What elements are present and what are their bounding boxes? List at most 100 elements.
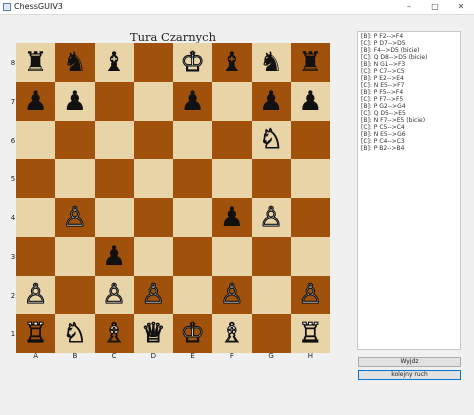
square-e5[interactable] — [173, 159, 213, 198]
square-a3[interactable] — [16, 236, 56, 276]
square-b7[interactable]: ♟ — [55, 81, 95, 121]
square-a7[interactable]: ♟ — [16, 81, 56, 121]
square-e7[interactable]: ♟ — [173, 81, 213, 121]
move-log[interactable]: [B]: P F2-->F4 [C]: P D7-->D5 [B]: F4-->D5… — [357, 31, 461, 350]
white-pawn-icon[interactable]: ♙ — [298, 281, 323, 309]
square-a2[interactable]: ♙ — [16, 275, 56, 315]
square-e6[interactable] — [173, 120, 213, 160]
black-bishop-icon[interactable]: ♝ — [220, 49, 244, 76]
square-h6[interactable] — [290, 120, 330, 160]
square-g3[interactable] — [251, 236, 291, 276]
square-b2[interactable] — [55, 275, 95, 315]
square-h1[interactable]: ♖ — [290, 314, 330, 353]
square-h4[interactable] — [290, 198, 330, 237]
white-pawn-icon[interactable]: ♙ — [258, 203, 283, 231]
square-h7[interactable]: ♟ — [290, 81, 330, 121]
square-g1[interactable] — [251, 314, 291, 353]
square-g7[interactable]: ♟ — [251, 81, 291, 121]
square-e3[interactable] — [173, 236, 213, 276]
square-c8[interactable]: ♝ — [94, 43, 134, 82]
square-f4[interactable]: ♟ — [212, 198, 252, 237]
square-e1[interactable]: ♔ — [173, 314, 213, 353]
square-b6[interactable] — [55, 120, 95, 160]
square-c4[interactable] — [94, 198, 134, 237]
square-h8[interactable]: ♜ — [290, 43, 330, 82]
square-e2[interactable] — [173, 275, 213, 315]
square-f1[interactable]: ♗ — [212, 314, 252, 353]
square-f5[interactable] — [212, 159, 252, 198]
black-pawn-icon[interactable]: ♟ — [24, 88, 48, 115]
square-a8[interactable]: ♜ — [16, 43, 56, 82]
square-c7[interactable] — [94, 81, 134, 121]
square-g8[interactable]: ♞ — [251, 43, 291, 82]
square-c2[interactable]: ♙ — [94, 275, 134, 315]
black-pawn-icon[interactable]: ♟ — [102, 243, 126, 270]
square-g5[interactable] — [251, 159, 291, 198]
white-king-icon[interactable]: ♔ — [180, 320, 205, 348]
chess-board[interactable]: ♜ ♞ ♝ ♔ ♝ ♞ ♜ ♟ ♟ ♟ ♟ ♟ ♘ ♙ ♟ ♙ ♟ ♙ ♙ ♙ ♙ ♙ ♖ ♘ ♗ ♕ ♔ ♗ ♖ — [16, 43, 330, 353]
square-e8[interactable]: ♔ — [173, 43, 213, 82]
square-f2[interactable]: ♙ — [212, 275, 252, 315]
square-g2[interactable] — [251, 275, 291, 315]
square-a4[interactable] — [16, 198, 56, 237]
square-d5[interactable] — [133, 159, 173, 198]
white-bishop-icon[interactable]: ♗ — [101, 320, 126, 348]
white-rook-icon[interactable]: ♖ — [23, 320, 48, 348]
maximize-button[interactable]: □ — [424, 0, 446, 14]
square-d1[interactable]: ♕ — [133, 314, 173, 353]
black-bishop-icon[interactable]: ♝ — [102, 49, 126, 76]
square-d7[interactable] — [133, 81, 173, 121]
square-b4[interactable]: ♙ — [55, 198, 95, 237]
black-knight-icon[interactable]: ♞ — [63, 49, 87, 76]
square-d2[interactable]: ♙ — [133, 275, 173, 315]
square-c3[interactable]: ♟ — [94, 236, 134, 276]
square-h5[interactable] — [290, 159, 330, 198]
square-h3[interactable] — [290, 236, 330, 276]
white-pawn-icon[interactable]: ♙ — [23, 281, 48, 309]
minimize-button[interactable]: – — [398, 0, 420, 14]
white-bishop-icon[interactable]: ♗ — [219, 320, 244, 348]
square-a1[interactable]: ♖ — [16, 314, 56, 353]
white-queen-icon[interactable]: ♕ — [141, 320, 166, 348]
square-f8[interactable]: ♝ — [212, 43, 252, 82]
white-rook-icon[interactable]: ♖ — [298, 320, 323, 348]
square-f7[interactable] — [212, 81, 252, 121]
white-pawn-icon[interactable]: ♙ — [62, 203, 87, 231]
black-pawn-icon[interactable]: ♟ — [63, 88, 87, 115]
square-h2[interactable]: ♙ — [290, 275, 330, 315]
next-move-button[interactable]: kolejny ruch — [358, 370, 461, 380]
black-pawn-icon[interactable]: ♟ — [181, 88, 205, 115]
white-pawn-icon[interactable]: ♙ — [219, 281, 244, 309]
square-c6[interactable] — [94, 120, 134, 160]
square-c1[interactable]: ♗ — [94, 314, 134, 353]
black-rook-icon[interactable]: ♜ — [24, 49, 48, 76]
square-f3[interactable] — [212, 236, 252, 276]
square-b8[interactable]: ♞ — [55, 43, 95, 82]
white-knight-icon[interactable]: ♘ — [62, 320, 87, 348]
white-knight-icon[interactable]: ♘ — [258, 126, 283, 154]
black-knight-icon[interactable]: ♞ — [259, 49, 283, 76]
black-pawn-icon[interactable]: ♟ — [220, 204, 244, 231]
square-e4[interactable] — [173, 198, 213, 237]
black-pawn-icon[interactable]: ♟ — [259, 88, 283, 115]
white-king-icon[interactable]: ♔ — [180, 48, 205, 76]
square-b1[interactable]: ♘ — [55, 314, 95, 353]
square-b5[interactable] — [55, 159, 95, 198]
square-a6[interactable] — [16, 120, 56, 160]
black-rook-icon[interactable]: ♜ — [298, 49, 322, 76]
square-f6[interactable] — [212, 120, 252, 160]
square-a5[interactable] — [16, 159, 56, 198]
square-g4[interactable]: ♙ — [251, 198, 291, 237]
white-pawn-icon[interactable]: ♙ — [101, 281, 126, 309]
square-g6[interactable]: ♘ — [251, 120, 291, 160]
square-d8[interactable] — [133, 43, 173, 82]
square-d3[interactable] — [133, 236, 173, 276]
white-pawn-icon[interactable]: ♙ — [141, 281, 166, 309]
square-d6[interactable] — [133, 120, 173, 160]
square-b3[interactable] — [55, 236, 95, 276]
black-pawn-icon[interactable]: ♟ — [298, 88, 322, 115]
square-c5[interactable] — [94, 159, 134, 198]
exit-button[interactable]: Wyjdz — [358, 357, 461, 367]
square-d4[interactable] — [133, 198, 173, 237]
close-button[interactable]: ✕ — [450, 0, 472, 14]
